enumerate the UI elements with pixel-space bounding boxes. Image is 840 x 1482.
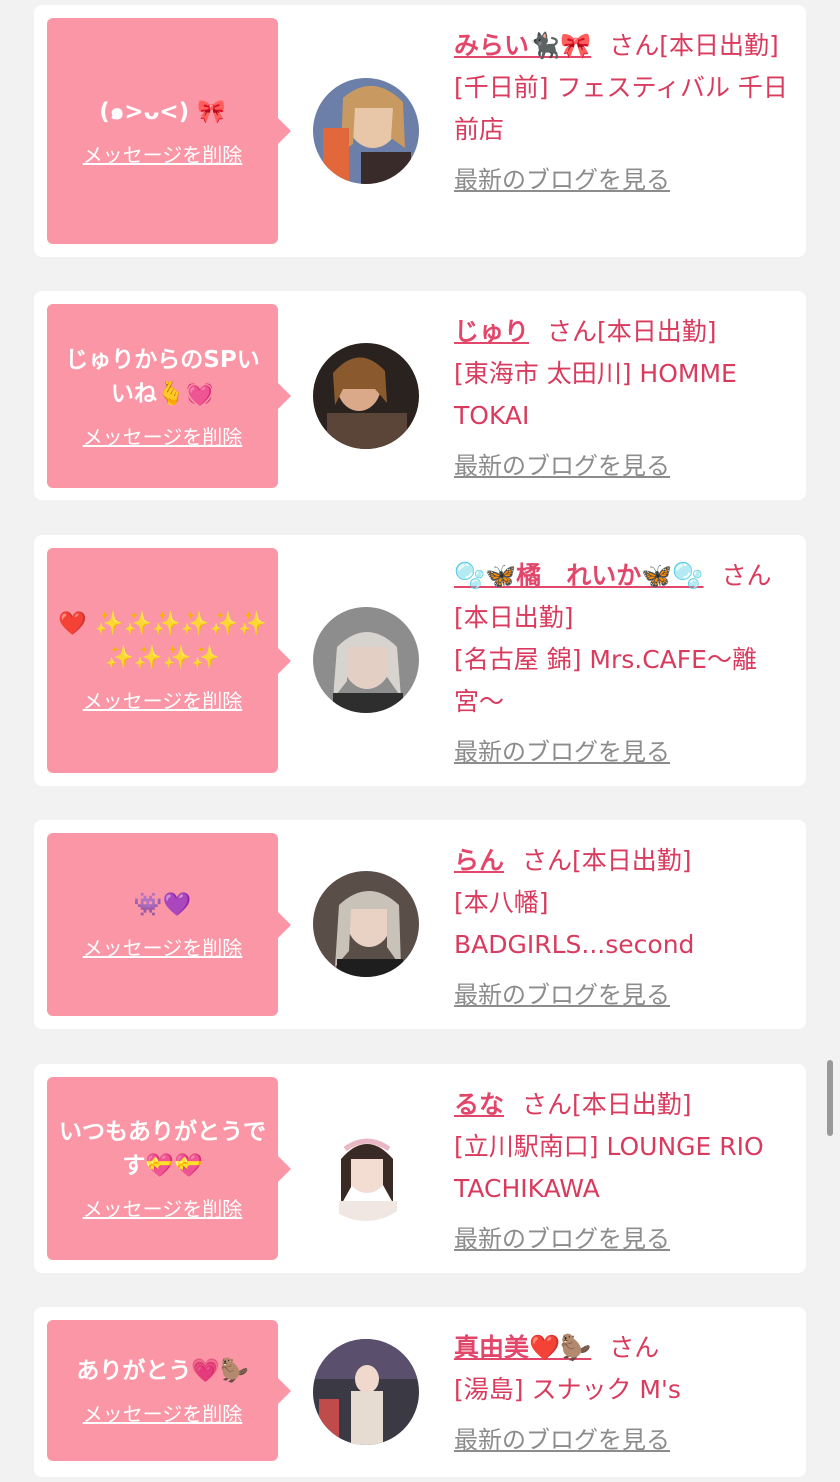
message-text: ありがとう💗🦫 [76,1358,249,1384]
cast-info: みらい🐈‍⬛🎀 さん[本日出勤] [千日前] フェスティバル 千日前店 最新のブロ… [454,25,792,201]
shop-label: [名古屋 錦] Mrs.CAFE〜離宮〜 [454,645,757,716]
delete-message-link[interactable]: メッセージを削除 [83,932,243,961]
latest-blog-link[interactable]: 最新のブログを見る [454,1218,670,1260]
shop-label: [東海市 太田川] HOMME TOKAI [454,359,737,430]
avatar[interactable] [313,343,419,449]
san-label: さん [721,561,772,590]
status-label: [本日出勤] [597,317,717,346]
delete-message-link[interactable]: メッセージを削除 [83,139,243,168]
latest-blog-link[interactable]: 最新のブログを見る [454,731,670,773]
san-label: さん [609,1333,660,1362]
cast-info: 真由美❤️🦫 さん [湯島] スナック M's 最新のブログを見る [454,1327,792,1461]
message-text: いつもありがとうです💝💝 [59,1119,266,1179]
message-text: 👾💜 [133,892,192,918]
status-label: [本日出勤] [454,603,574,632]
avatar[interactable] [313,871,419,977]
shop-label: [湯島] スナック M's [454,1375,681,1404]
latest-blog-link[interactable]: 最新のブログを見る [454,1419,670,1461]
cast-info: らん さん[本日出勤] [本八幡] BADGIRLS...second 最新のブロ… [454,840,792,1016]
message-text: ❤️ ✨✨✨✨✨✨ ✨✨✨✨ [58,611,267,671]
list-item: ありがとう💗🦫 メッセージを削除 真由美❤️🦫 さん [湯島] スナック M's … [34,1307,806,1477]
list-item: じゅりからのSPいいね🫰💓 メッセージを削除 じゅり さん[本日出勤] [東海市 … [34,291,806,500]
message-bubble: じゅりからのSPいいね🫰💓 メッセージを削除 [47,304,291,488]
scrollbar[interactable] [827,1060,833,1136]
delete-message-link[interactable]: メッセージを削除 [83,1398,243,1427]
avatar[interactable] [313,78,419,184]
message-bubble: 👾💜 メッセージを削除 [47,833,291,1016]
list-item: (๑>ᴗ<) 🎀 メッセージを削除 みらい🐈‍⬛🎀 さん[本日出勤] [千日前] … [34,5,806,257]
san-label: さん [522,1090,573,1119]
list-item: 👾💜 メッセージを削除 らん さん[本日出勤] [本八幡] BADGIRLS...… [34,820,806,1029]
latest-blog-link[interactable]: 最新のブログを見る [454,159,670,201]
shop-label: [立川駅南口] LOUNGE RIO TACHIKAWA [454,1132,764,1203]
list-item: いつもありがとうです💝💝 メッセージを削除 るな さん[本日出勤] [立川駅南口]… [34,1064,806,1273]
cast-info: じゅり さん[本日出勤] [東海市 太田川] HOMME TOKAI 最新のブログ… [454,311,792,487]
message-bubble: ありがとう💗🦫 メッセージを削除 [47,1320,291,1461]
list-item: ❤️ ✨✨✨✨✨✨ ✨✨✨✨ メッセージを削除 🫧🦋橘 れいか🦋🫧 さん [本日出勤… [34,535,806,786]
message-bubble: (๑>ᴗ<) 🎀 メッセージを削除 [47,18,291,244]
delete-message-link[interactable]: メッセージを削除 [83,1193,243,1222]
avatar[interactable] [313,1115,419,1221]
message-bubble: ❤️ ✨✨✨✨✨✨ ✨✨✨✨ メッセージを削除 [47,548,291,773]
message-list: (๑>ᴗ<) 🎀 メッセージを削除 みらい🐈‍⬛🎀 さん[本日出勤] [千日前] … [0,0,840,1482]
latest-blog-link[interactable]: 最新のブログを見る [454,974,670,1016]
avatar[interactable] [313,1339,419,1445]
message-text: じゅりからのSPいいね🫰💓 [65,346,260,407]
message-text: (๑>ᴗ<) 🎀 [99,98,226,125]
cast-info: るな さん[本日出勤] [立川駅南口] LOUNGE RIO TACHIKAWA … [454,1084,792,1260]
avatar[interactable] [313,607,419,713]
san-label: さん [522,846,573,875]
delete-message-link[interactable]: メッセージを削除 [83,421,243,450]
status-label: [本日出勤] [572,1090,692,1119]
cast-info: 🫧🦋橘 れいか🦋🫧 さん [本日出勤] [名古屋 錦] Mrs.CAFE〜離宮〜 最… [454,555,792,773]
delete-message-link[interactable]: メッセージを削除 [83,685,243,714]
shop-label: [千日前] フェスティバル 千日前店 [454,73,788,144]
cast-name-link[interactable]: 🫧🦋橘 れいか🦋🫧 [454,561,704,590]
status-label: [本日出勤] [572,846,692,875]
cast-name-link[interactable]: じゅり [454,317,529,346]
message-bubble: いつもありがとうです💝💝 メッセージを削除 [47,1077,291,1260]
san-label: さん [609,31,660,60]
cast-name-link[interactable]: らん [454,846,504,875]
latest-blog-link[interactable]: 最新のブログを見る [454,445,670,487]
cast-name-link[interactable]: るな [454,1090,504,1119]
san-label: さん [547,317,598,346]
status-label: [本日出勤] [659,31,779,60]
shop-label: [本八幡] BADGIRLS...second [454,888,695,959]
cast-name-link[interactable]: みらい🐈‍⬛🎀 [454,31,591,60]
cast-name-link[interactable]: 真由美❤️🦫 [454,1333,591,1362]
